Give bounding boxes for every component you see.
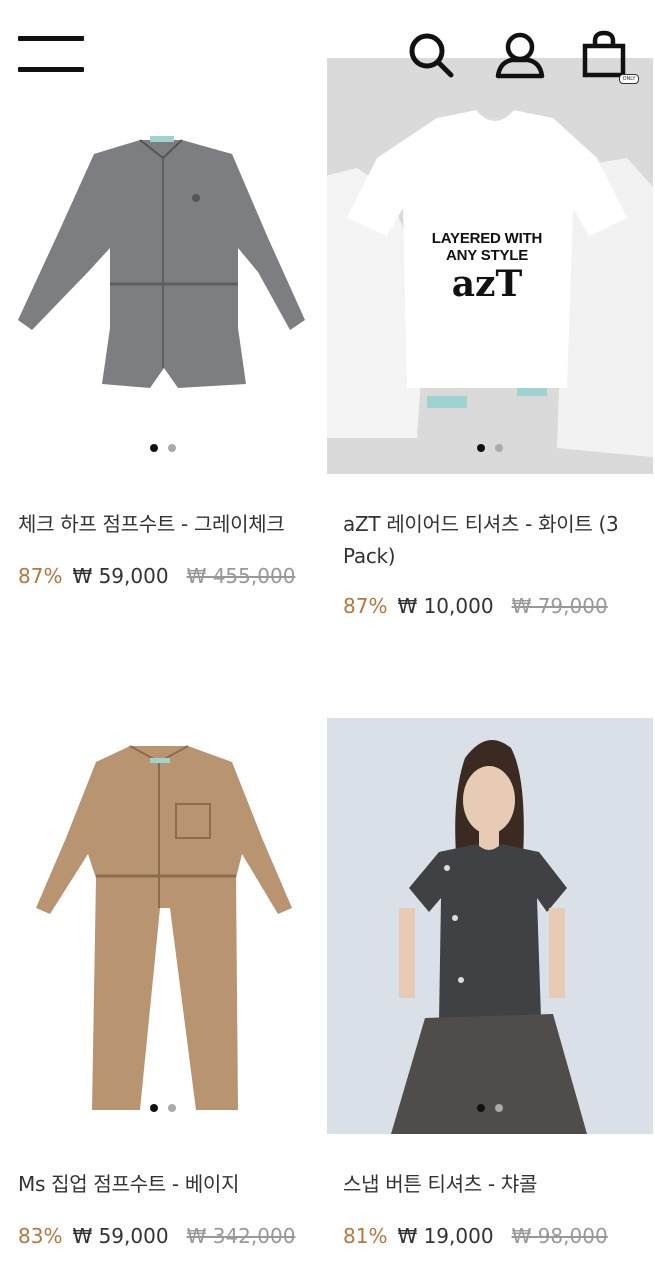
promo-overlay-text: LAYERED WITH ANY STYLE azT — [417, 230, 557, 304]
carousel-dot[interactable] — [168, 444, 176, 452]
carousel-dot[interactable] — [168, 1104, 176, 1112]
carousel-dots — [327, 437, 653, 456]
carousel-dot[interactable] — [495, 1104, 503, 1112]
user-icon[interactable] — [494, 30, 546, 80]
top-header: ONLY — [0, 0, 655, 100]
product-image[interactable] — [0, 718, 326, 1134]
carousel-dot-active[interactable] — [150, 1104, 158, 1112]
discount-rate: 87% — [343, 594, 388, 618]
original-price: ₩ 79,000 — [511, 594, 608, 618]
discount-rate: 87% — [18, 564, 63, 588]
cart-badge: ONLY — [619, 74, 639, 84]
discount-rate: 81% — [343, 1224, 388, 1248]
carousel-dots — [0, 437, 326, 456]
product-name[interactable]: Ms 집업 점프수트 - 베이지 — [18, 1168, 318, 1200]
sale-price: ₩ 10,000 — [397, 594, 494, 618]
product-card[interactable]: Ms 집업 점프수트 - 베이지 83% ₩ 59,000 ₩ 342,000 — [0, 718, 328, 1248]
product-name[interactable]: aZT 레이어드 티셔츠 - 화이트 (3 Pack) — [343, 508, 643, 572]
original-price: ₩ 342,000 — [186, 1224, 296, 1248]
product-card[interactable]: 체크 하프 점프수트 - 그레이체크 87% ₩ 59,000 ₩ 455,000 — [0, 58, 328, 588]
sale-price: ₩ 59,000 — [72, 1224, 169, 1248]
promo-line-1: LAYERED WITH — [431, 230, 543, 247]
price-row: 81% ₩ 19,000 ₩ 98,000 — [343, 1224, 608, 1248]
search-icon[interactable] — [406, 30, 456, 80]
carousel-dots — [0, 1097, 326, 1116]
original-price: ₩ 455,000 — [186, 564, 296, 588]
model-charcoal-tshirt-image — [327, 718, 653, 1134]
price-row: 87% ₩ 59,000 ₩ 455,000 — [18, 564, 295, 588]
azt-logo: azT — [451, 263, 523, 305]
promo-line-2: ANY STYLE — [445, 247, 529, 264]
original-price: ₩ 98,000 — [511, 1224, 608, 1248]
product-image[interactable] — [327, 718, 653, 1134]
carousel-dot-active[interactable] — [477, 444, 485, 452]
product-name[interactable]: 스냅 버튼 티셔츠 - 챠콜 — [343, 1168, 643, 1200]
carousel-dot[interactable] — [495, 444, 503, 452]
product-card[interactable]: 스냅 버튼 티셔츠 - 챠콜 81% ₩ 19,000 ₩ 98,000 — [327, 718, 655, 1248]
sale-price: ₩ 19,000 — [397, 1224, 494, 1248]
carousel-dot-active[interactable] — [477, 1104, 485, 1112]
carousel-dot-active[interactable] — [150, 444, 158, 452]
price-row: 87% ₩ 10,000 ₩ 79,000 — [343, 594, 608, 618]
sale-price: ₩ 59,000 — [72, 564, 169, 588]
beige-jumpsuit-image — [36, 745, 292, 1110]
gray-check-jumpsuit-image — [18, 136, 305, 388]
discount-rate: 83% — [18, 1224, 63, 1248]
product-image[interactable]: LAYERED WITH ANY STYLE azT — [327, 58, 653, 474]
product-image[interactable] — [0, 58, 326, 474]
price-row: 83% ₩ 59,000 ₩ 342,000 — [18, 1224, 295, 1248]
carousel-dots — [327, 1097, 653, 1116]
shopping-bag-icon[interactable] — [580, 30, 628, 80]
product-name[interactable]: 체크 하프 점프수트 - 그레이체크 — [18, 508, 318, 540]
hamburger-menu-icon[interactable] — [18, 36, 84, 74]
product-card[interactable]: LAYERED WITH ANY STYLE azT aZT 레이어드 티셔츠 … — [327, 58, 655, 618]
